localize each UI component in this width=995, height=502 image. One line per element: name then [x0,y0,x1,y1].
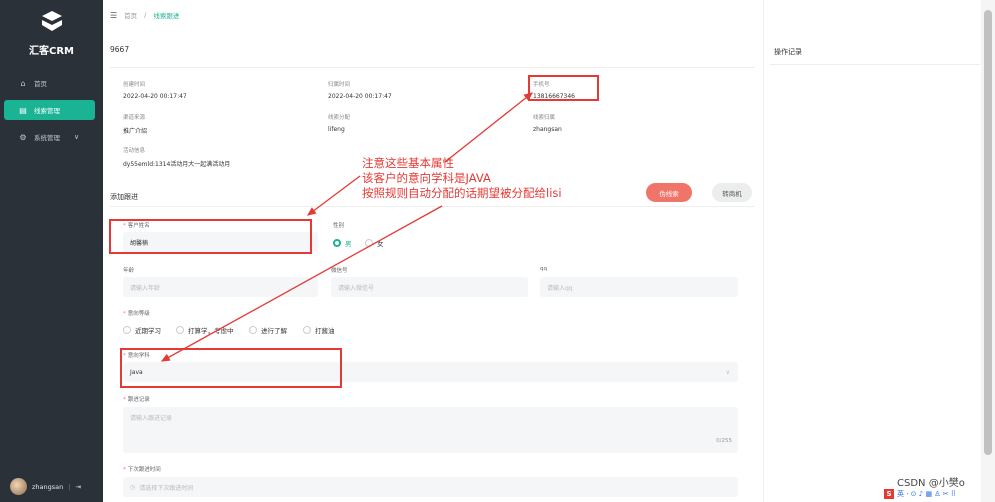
annotation-arrows [160,92,534,362]
ime-icons: 英 · ⊙ ♪ ▦ ♙ ✂ ⠿ [897,490,957,498]
app-window: 汇客CRM ⌂ 首页 ▤ 线索管理 ⚙ 系统管理 ∨ zhangsan | ⇥ … [0,0,995,502]
annotation-line: 按照规则自动分配的话期望被分配给lisi [362,186,562,200]
annotation-note: 注意这些基本属性 该客户的意向学科是JAVA 按照规则自动分配的话期望被分配给l… [362,156,562,201]
arrow-to-phone [444,92,534,163]
annotation-line: 该客户的意向学科是JAVA [362,171,491,185]
watermark: CSDN @小樊o [897,478,965,489]
arrow-to-name [306,175,361,216]
ime-toolbar[interactable]: S 英 · ⊙ ♪ ▦ ♙ ✂ ⠿ [884,489,956,499]
sogou-icon: S [884,489,894,499]
arrow-to-subject [160,205,443,362]
annotation-line: 注意这些基本属性 [362,156,454,170]
